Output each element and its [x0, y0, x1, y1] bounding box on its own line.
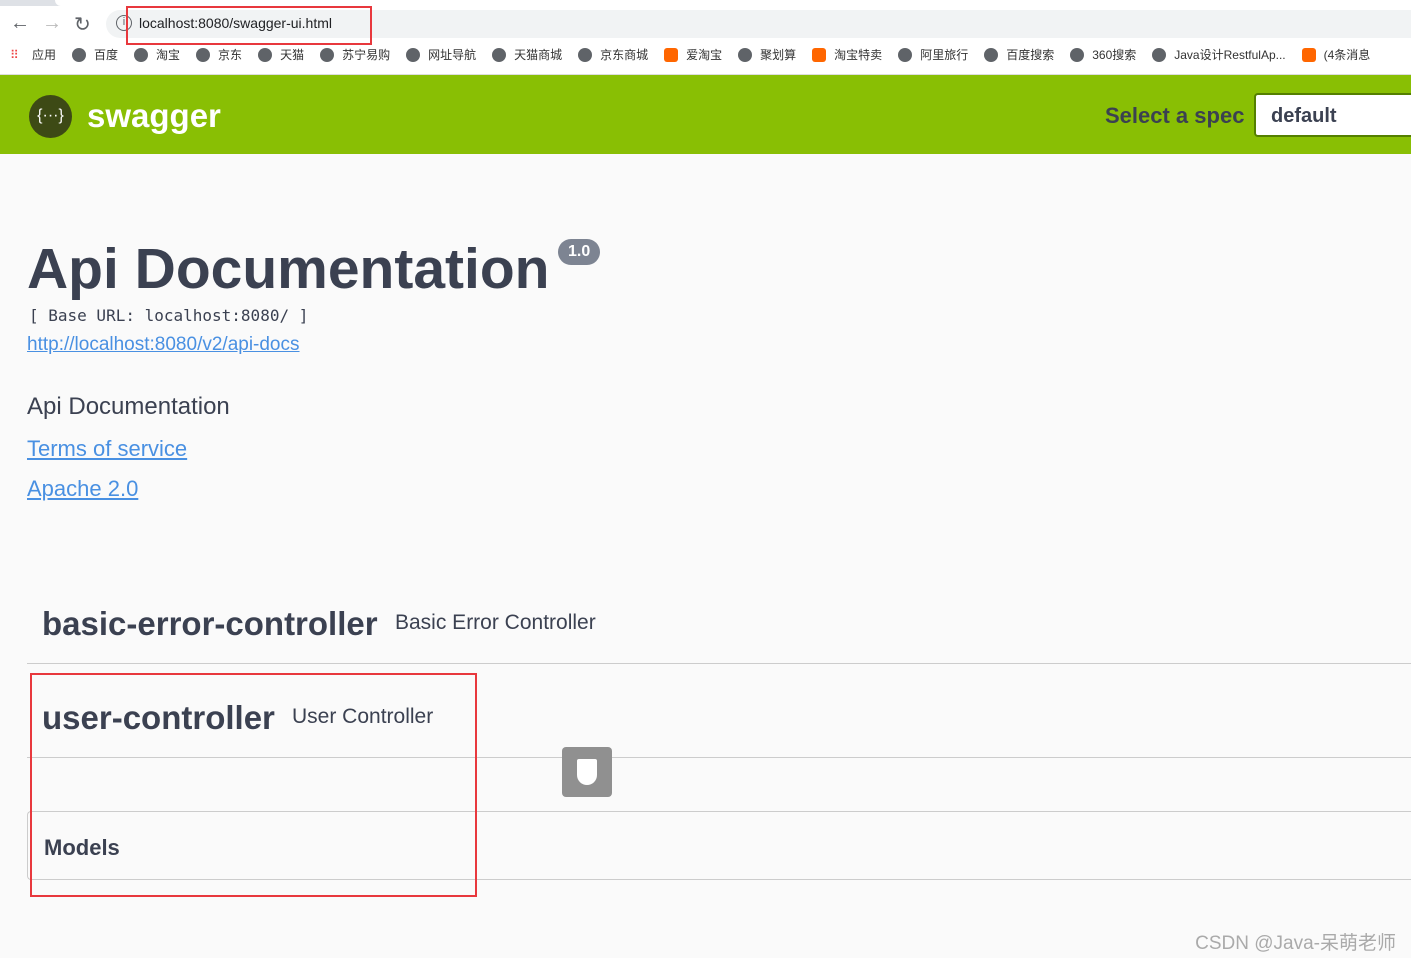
browser-chrome: ← → ↻ i localhost:8080/swagger-ui.html ⠿… — [0, 0, 1411, 75]
api-description: Api Documentation — [27, 393, 230, 420]
globe-icon — [984, 47, 999, 62]
highlight-box — [126, 6, 372, 45]
bookmark-item[interactable]: 淘宝 — [134, 46, 180, 63]
globe-icon — [1152, 47, 1167, 62]
reload-icon[interactable]: ↻ — [74, 12, 91, 37]
bookmark-label: 百度搜索 — [1006, 48, 1055, 62]
bookmark-item[interactable]: 京东商城 — [578, 46, 648, 63]
bookmark-label: 苏宁易购 — [342, 48, 391, 62]
tag-name[interactable]: basic-error-controller — [42, 605, 378, 643]
spec-label: Select a spec — [1105, 103, 1245, 128]
globe-icon — [258, 47, 273, 62]
bookmark-label: 京东商城 — [600, 48, 649, 62]
globe-icon — [898, 47, 913, 62]
forward-icon[interactable]: → — [42, 12, 62, 35]
globe-icon — [492, 47, 507, 62]
globe-icon — [1070, 47, 1085, 62]
bookmark-label: 聚划算 — [760, 48, 797, 62]
bookmark-item[interactable]: 阿里旅行 — [898, 46, 968, 63]
apps-icon: ⠿ — [10, 47, 19, 62]
bookmark-label: 淘宝特卖 — [834, 48, 883, 62]
bookmark-label: Java设计RestfulAp... — [1174, 48, 1286, 62]
bookmark-item[interactable]: 聚划算 — [738, 46, 796, 63]
watermark: CSDN @Java-呆萌老师 — [1195, 933, 1396, 954]
globe-icon — [578, 47, 593, 62]
globe-icon — [196, 47, 211, 62]
bookmark-item[interactable]: 网址导航 — [406, 46, 476, 63]
bookmark-label: 爱淘宝 — [686, 48, 723, 62]
bookmark-item[interactable]: ⠿ 应用 — [10, 46, 56, 63]
bookmark-label: 网址导航 — [428, 48, 477, 62]
highlight-box — [30, 673, 477, 897]
globe-icon — [1301, 47, 1316, 62]
bookmark-label: 阿里旅行 — [920, 48, 969, 62]
bookmark-item[interactable]: 360搜索 — [1070, 46, 1136, 63]
back-icon[interactable]: ← — [10, 12, 30, 35]
bookmark-item[interactable]: 百度搜索 — [984, 46, 1054, 63]
bookmark-item[interactable]: 天猫商城 — [492, 46, 562, 63]
bookmark-item[interactable]: 淘宝特卖 — [812, 46, 882, 63]
bookmarks-bar: ⠿ 应用 百度 淘宝 京东 天猫 苏宁易购 网址导航 天猫商城 京东商城 爱淘宝 聚划算 淘宝特卖 阿里旅… — [10, 46, 1386, 63]
bookmark-label: (4条消息 — [1323, 48, 1371, 62]
bookmark-label: 淘宝 — [156, 48, 181, 62]
globe-icon — [406, 47, 421, 62]
spec-select[interactable]: default — [1254, 93, 1411, 137]
bookmark-item[interactable]: 苏宁易购 — [320, 46, 390, 63]
tag-description: Basic Error Controller — [395, 611, 596, 634]
globe-icon — [738, 47, 753, 62]
bookmark-label: 百度 — [94, 48, 119, 62]
version-badge: 1.0 — [558, 239, 601, 265]
bookmark-item[interactable]: Java设计RestfulAp... — [1152, 46, 1286, 63]
globe-icon — [72, 47, 87, 62]
bookmark-label: 360搜索 — [1092, 48, 1137, 62]
bookmark-item[interactable]: 京东 — [196, 46, 242, 63]
globe-icon — [664, 47, 679, 62]
swagger-topbar: {···} swagger Select a spec default — [0, 75, 1411, 154]
bookmark-item[interactable]: 百度 — [72, 46, 118, 63]
bookmark-label: 天猫商城 — [514, 48, 563, 62]
bookmark-item[interactable]: (4条消息 — [1301, 46, 1371, 63]
bookmark-label: 京东 — [218, 48, 243, 62]
base-url: [ Base URL: localhost:8080/ ] — [29, 306, 309, 325]
bookmark-label: 天猫 — [280, 48, 305, 62]
terms-of-service-link[interactable]: Terms of service — [27, 436, 187, 462]
tag-basic-error-controller[interactable]: basic-error-controller Basic Error Contr… — [27, 570, 1411, 664]
bookmark-item[interactable]: 爱淘宝 — [664, 46, 722, 63]
swagger-logo-icon[interactable]: {···} — [29, 95, 72, 138]
globe-icon — [134, 47, 149, 62]
bookmark-item[interactable]: 天猫 — [258, 46, 304, 63]
bookmark-label: 应用 — [32, 48, 57, 62]
extension-icon[interactable] — [562, 747, 612, 797]
globe-icon — [320, 47, 335, 62]
globe-icon — [812, 47, 827, 62]
brand-name[interactable]: swagger — [87, 97, 221, 135]
page-title: Api Documentation — [27, 237, 550, 301]
license-link[interactable]: Apache 2.0 — [27, 476, 138, 502]
api-docs-link[interactable]: http://localhost:8080/v2/api-docs — [27, 334, 300, 356]
